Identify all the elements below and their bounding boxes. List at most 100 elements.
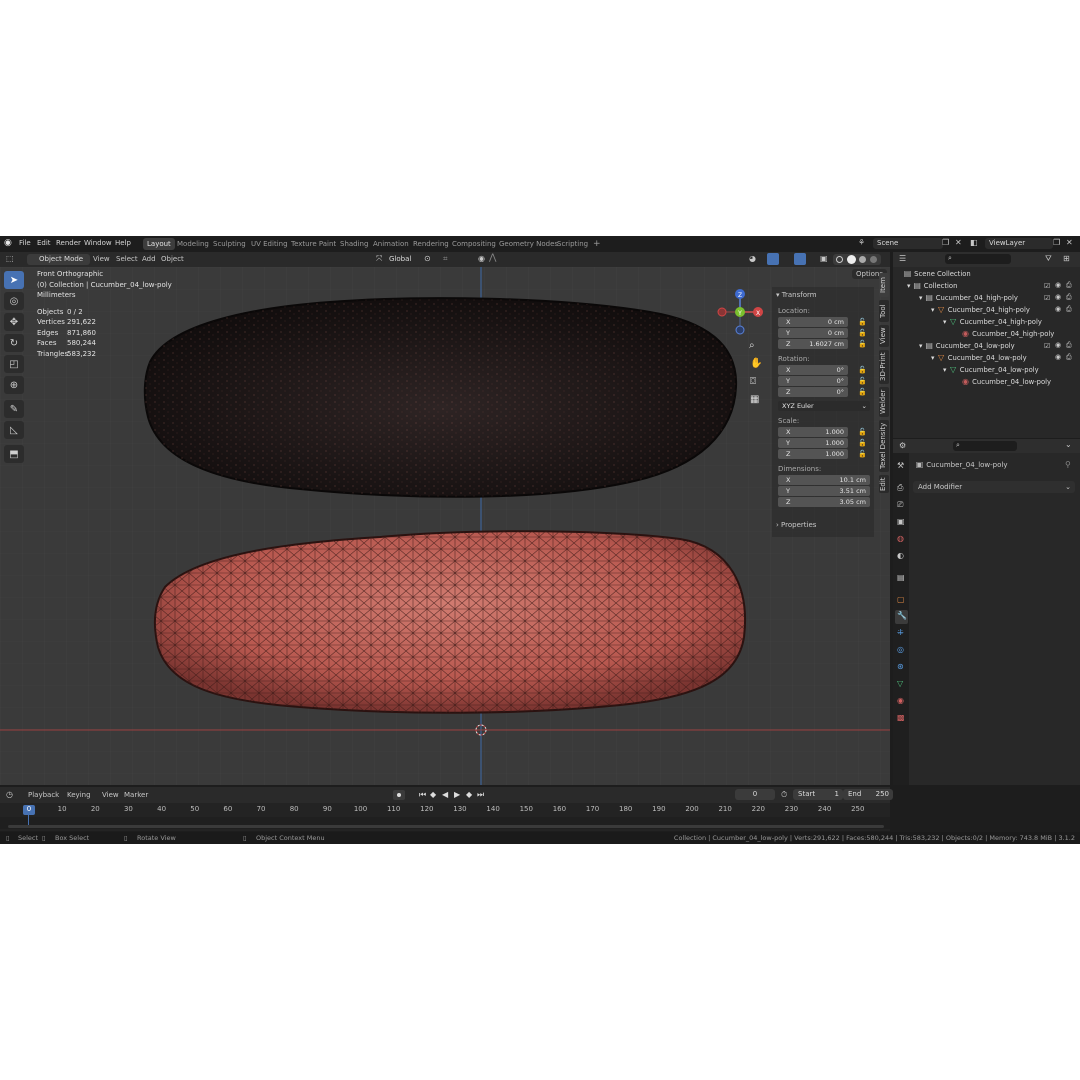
- menu-edit[interactable]: Edit: [37, 239, 51, 247]
- menu-playback[interactable]: Playback: [28, 791, 59, 799]
- scene-icon[interactable]: ⚘: [858, 238, 865, 247]
- gizmo-toggle-button[interactable]: [767, 253, 779, 265]
- snap-icon[interactable]: ⌗: [443, 254, 448, 264]
- annotate-tool-icon[interactable]: ✎: [4, 400, 24, 418]
- tab-layout[interactable]: Layout: [143, 238, 175, 250]
- eye-icon[interactable]: ◉: [1055, 353, 1061, 361]
- tree-item-low-poly-object[interactable]: ▾ ▽ Cucumber_04_low-poly: [931, 352, 1027, 364]
- tab-modeling[interactable]: Modeling: [173, 238, 213, 250]
- tab-tool[interactable]: Tool: [879, 300, 889, 322]
- scene-field[interactable]: Scene: [873, 238, 943, 249]
- view-layer-icon[interactable]: ◧: [970, 238, 978, 247]
- view-layer-properties-icon[interactable]: ▣: [897, 517, 905, 526]
- low-poly-mesh[interactable]: [153, 530, 746, 714]
- menu-object[interactable]: Object: [161, 255, 184, 263]
- checkbox-icon[interactable]: ☑: [1044, 342, 1050, 350]
- tree-item-low-poly-mesh[interactable]: ▾ ▽ Cucumber_04_low-poly: [943, 364, 1039, 376]
- remove-scene-icon[interactable]: ✕: [955, 238, 962, 247]
- material-properties-icon[interactable]: ◉: [897, 696, 904, 705]
- tab-welder[interactable]: Welder: [879, 387, 889, 417]
- scale-lock-icons[interactable]: 🔓 🔓 🔓: [858, 427, 867, 460]
- menu-render[interactable]: Render: [56, 239, 81, 247]
- timeline-scrollbar[interactable]: [8, 825, 884, 828]
- proportional-edit-icon[interactable]: ◉: [478, 254, 485, 263]
- high-poly-mesh[interactable]: [143, 297, 738, 498]
- menu-select[interactable]: Select: [116, 255, 138, 263]
- menu-view[interactable]: View: [102, 791, 119, 799]
- tree-item-low-poly[interactable]: ▾ ▤ Cucumber_04_low-poly: [919, 340, 1015, 352]
- pan-hand-icon[interactable]: ✋: [750, 358, 762, 369]
- rotation-mode-dropdown[interactable]: XYZ Euler ⌄: [778, 401, 870, 411]
- tab-geometry-nodes[interactable]: Geometry Nodes: [495, 238, 562, 250]
- solid-shading-icon[interactable]: [847, 255, 856, 264]
- output-properties-icon[interactable]: ⎚: [897, 500, 903, 510]
- dimension-x-field[interactable]: X 10.1 cm: [778, 475, 870, 485]
- jump-end-icon[interactable]: ⏭: [477, 790, 484, 800]
- chevron-down-icon[interactable]: ⌄: [1065, 440, 1072, 449]
- location-y-field[interactable]: Y0 cm: [778, 328, 848, 338]
- scale-tool-icon[interactable]: ◰: [4, 355, 24, 373]
- transform-header[interactable]: ▾ Transform: [776, 291, 817, 299]
- rotate-tool-icon[interactable]: ↻: [4, 334, 24, 352]
- view-layer-field[interactable]: ViewLayer: [985, 238, 1053, 249]
- collection-properties-icon[interactable]: ▤: [897, 573, 905, 582]
- scene-properties-icon[interactable]: ◍: [897, 534, 904, 543]
- add-workspace-button[interactable]: +: [589, 238, 605, 250]
- copy-view-layer-icon[interactable]: ❐: [1053, 238, 1060, 247]
- camera-render-icon[interactable]: ⎙: [1066, 353, 1072, 362]
- texture-properties-icon[interactable]: ▩: [897, 713, 905, 722]
- eye-icon[interactable]: ◉: [1055, 305, 1061, 313]
- add-cube-tool-icon[interactable]: ⬒: [4, 445, 24, 463]
- falloff-icon[interactable]: ⋀: [489, 253, 496, 263]
- location-x-field[interactable]: X0 cm: [778, 317, 848, 327]
- material-shading-icon[interactable]: [859, 256, 866, 263]
- current-frame-field[interactable]: 0: [735, 789, 775, 800]
- timeline-ruler[interactable]: 0 10 20 30 40 50 60 70 80 90 100 110 120 130 140 150 160…: [0, 803, 890, 829]
- camera-render-icon[interactable]: ⎙: [1066, 305, 1072, 314]
- outliner-search-input[interactable]: ⌕: [945, 254, 1011, 264]
- camera-render-icon[interactable]: ⎙: [1066, 341, 1072, 350]
- scale-x-field[interactable]: X 1.000: [778, 427, 848, 437]
- tab-shading[interactable]: Shading: [336, 238, 372, 250]
- data-properties-icon[interactable]: ▽: [897, 679, 903, 688]
- modifier-properties-tab[interactable]: 🔧: [895, 610, 908, 624]
- visibility-icon[interactable]: ◕: [749, 254, 756, 263]
- tab-rendering[interactable]: Rendering: [409, 238, 453, 250]
- menu-window[interactable]: Window: [84, 239, 112, 247]
- filter-icon[interactable]: ⛛: [1045, 254, 1052, 264]
- physics-properties-icon[interactable]: ◎: [897, 645, 904, 654]
- menu-view[interactable]: View: [93, 255, 110, 263]
- outliner-editor-icon[interactable]: ☰: [899, 254, 906, 263]
- eye-icon[interactable]: ◉: [1055, 341, 1061, 349]
- cursor-tool-icon[interactable]: ◎: [4, 292, 24, 310]
- tab-uv-editing[interactable]: UV Editing: [247, 238, 292, 250]
- camera-render-icon[interactable]: ⎙: [1066, 281, 1072, 290]
- dimension-y-field[interactable]: Y 3.51 cm: [778, 486, 870, 496]
- world-properties-icon[interactable]: ◐: [897, 551, 904, 560]
- eye-icon[interactable]: ◉: [1055, 281, 1061, 289]
- tab-view[interactable]: View: [879, 325, 889, 347]
- remove-view-layer-icon[interactable]: ✕: [1066, 238, 1073, 247]
- rotation-z-field[interactable]: Z 0°: [778, 387, 848, 397]
- zoom-icon[interactable]: ⌕: [749, 340, 755, 351]
- dimension-z-field[interactable]: Z 3.05 cm: [778, 497, 870, 507]
- location-lock-icons[interactable]: 🔓 🔓 🔓: [858, 317, 867, 350]
- timeline-editor-icon[interactable]: ◷: [6, 790, 13, 799]
- tree-item-low-poly-material[interactable]: ◉ Cucumber_04_low-poly: [961, 376, 1051, 388]
- object-properties-icon[interactable]: ▢: [897, 595, 905, 604]
- next-keyframe-icon[interactable]: ◆: [466, 790, 472, 799]
- scale-z-field[interactable]: Z 1.000: [778, 449, 848, 459]
- tree-item-high-poly-material[interactable]: ◉ Cucumber_04_high-poly: [961, 328, 1054, 340]
- measure-tool-icon[interactable]: ◺: [4, 421, 24, 439]
- end-frame-field[interactable]: End 250: [843, 789, 893, 800]
- 3d-viewport[interactable]: Z Y X ⌕ ✋ ⌼ ▦ ➤ ◎ ✥ ↻ ◰ ⊕ ✎ ◺ ⬒ Front Or…: [0, 267, 890, 785]
- play-icon[interactable]: ▶: [454, 790, 460, 799]
- location-z-field[interactable]: Z 1.6027 cm: [778, 339, 848, 349]
- tab-texture-paint[interactable]: Texture Paint: [287, 238, 340, 250]
- tab-animation[interactable]: Animation: [369, 238, 413, 250]
- wireframe-shading-icon[interactable]: [836, 256, 843, 263]
- record-button[interactable]: [393, 790, 405, 800]
- start-frame-field[interactable]: Start 1: [793, 789, 843, 800]
- menu-help[interactable]: Help: [115, 239, 131, 247]
- xray-icon[interactable]: ▣: [820, 254, 828, 263]
